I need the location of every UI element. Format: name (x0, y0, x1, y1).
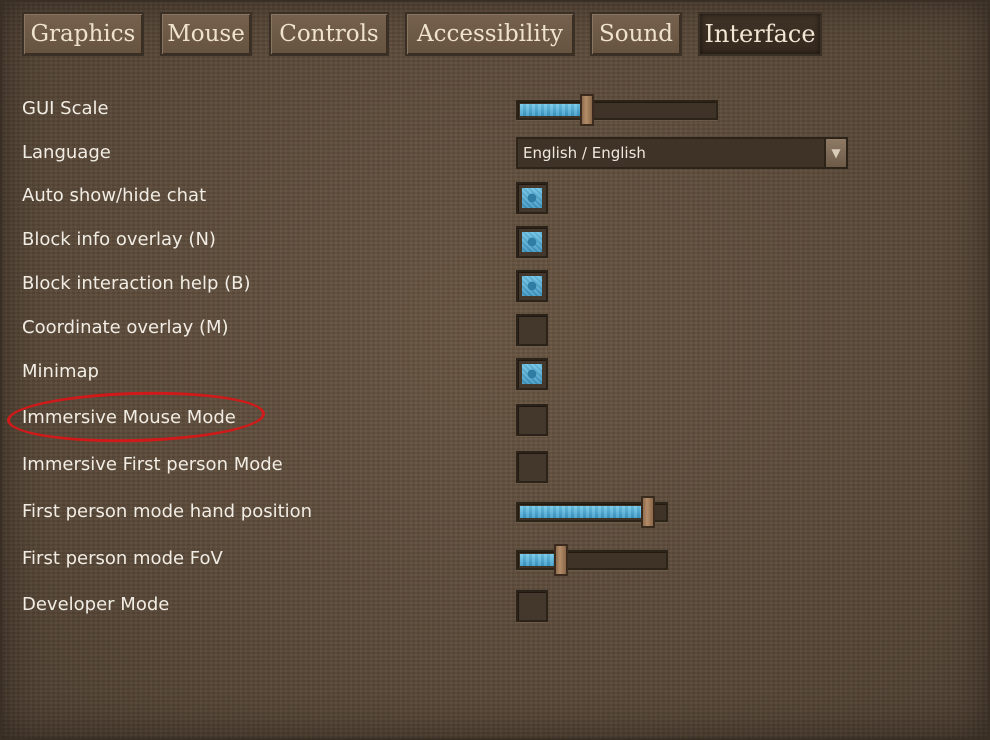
hand-position-slider[interactable] (516, 496, 668, 528)
tab-interface[interactable]: Interface (698, 12, 822, 56)
tab-graphics[interactable]: Graphics (22, 12, 144, 56)
immersive-mouse-checkbox[interactable] (516, 404, 548, 436)
block-info-checkbox[interactable] (516, 226, 548, 258)
auto-chat-label: Auto show/hide chat (22, 185, 207, 206)
tab-sound[interactable]: Sound (590, 12, 682, 56)
check-mark-icon (522, 232, 542, 252)
gui-scale-label: GUI Scale (22, 98, 109, 119)
hand-position-fill (520, 506, 648, 518)
auto-chat-checkbox[interactable] (516, 182, 548, 214)
language-dropdown[interactable]: English / English ▼ (516, 137, 848, 169)
check-mark-icon (522, 364, 542, 384)
gui-scale-handle[interactable] (580, 94, 594, 126)
immersive-fp-checkbox[interactable] (516, 451, 548, 483)
gui-scale-fill (520, 104, 587, 116)
fp-fov-label: First person mode FoV (22, 548, 223, 569)
immersive-fp-label: Immersive First person Mode (22, 454, 283, 475)
block-help-label: Block interaction help (B) (22, 273, 251, 294)
coord-overlay-checkbox[interactable] (516, 314, 548, 346)
minimap-checkbox[interactable] (516, 358, 548, 390)
hand-position-label: First person mode hand position (22, 501, 313, 522)
gui-scale-slider[interactable] (516, 94, 718, 126)
language-label: Language (22, 142, 111, 163)
dev-mode-checkbox[interactable] (516, 590, 548, 622)
minimap-label: Minimap (22, 361, 99, 382)
settings-panel: Graphics Mouse Controls Accessibility So… (0, 0, 990, 740)
coord-overlay-label: Coordinate overlay (M) (22, 317, 229, 338)
fp-fov-slider[interactable] (516, 544, 668, 576)
fp-fov-handle[interactable] (554, 544, 568, 576)
highlight-circle (6, 388, 266, 446)
dev-mode-label: Developer Mode (22, 594, 170, 615)
tab-accessibility[interactable]: Accessibility (405, 12, 575, 56)
language-value: English / English (523, 144, 646, 162)
tab-mouse[interactable]: Mouse (160, 12, 252, 56)
chevron-down-icon[interactable]: ▼ (824, 139, 846, 167)
block-info-label: Block info overlay (N) (22, 229, 216, 250)
hand-position-handle[interactable] (641, 496, 655, 528)
block-help-checkbox[interactable] (516, 270, 548, 302)
check-mark-icon (522, 188, 542, 208)
check-mark-icon (522, 276, 542, 296)
tab-controls[interactable]: Controls (269, 12, 389, 56)
